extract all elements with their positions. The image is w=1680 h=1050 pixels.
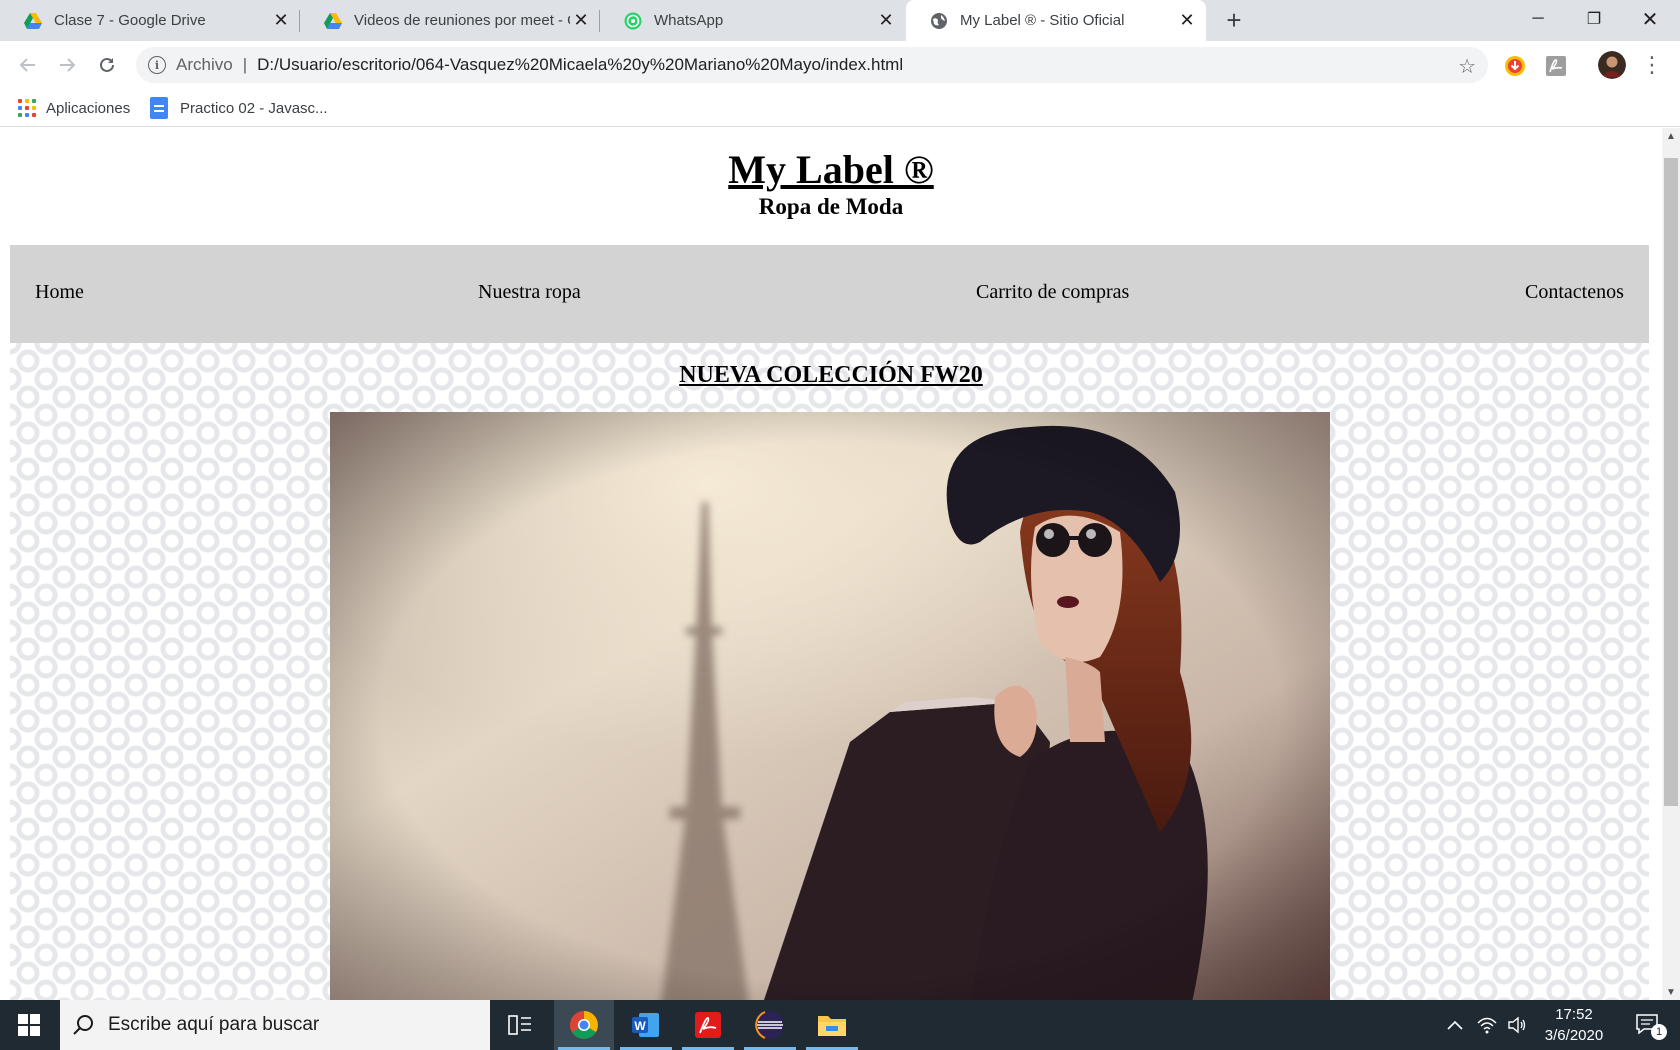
back-arrow-icon [19,58,35,72]
clock-date: 3/6/2020 [1544,1027,1604,1044]
bookmark-star-icon[interactable]: ☆ [1458,54,1476,79]
taskbar-clock[interactable]: 17:52 3/6/2020 [1534,1004,1614,1046]
section-heading: NUEVA COLECCIÓN FW20 [679,362,983,388]
close-tab-icon[interactable]: ✕ [270,10,292,32]
task-view-icon [508,1015,531,1035]
close-window-icon[interactable]: ✕ [1622,0,1678,38]
taskbar-acrobat[interactable] [678,1000,738,1050]
google-drive-icon [324,12,342,29]
tab-meet-videos[interactable]: Videos de reuniones por meet - G ✕ [300,0,600,41]
scheme-divider: | [242,55,248,74]
page-viewport: My Label ® Ropa de Moda Home Nuestra rop… [0,128,1662,1000]
chrome-icon [570,1011,598,1039]
taskbar-search[interactable]: Escribe aquí para buscar [60,1000,490,1050]
bookmark-apps[interactable]: Aplicaciones [18,95,130,121]
acrobat-icon [695,1012,721,1038]
reload-button[interactable] [93,51,121,79]
main-nav: Home Nuestra ropa Carrito de compras Con… [10,245,1649,343]
google-docs-icon [150,97,168,119]
browser-toolbar: i Archivo | D:/Usuario/escritorio/064-Va… [0,41,1680,89]
svg-text:W: W [634,1019,646,1033]
url-text[interactable]: D:/Usuario/escritorio/064-Vasquez%20Mica… [257,55,903,75]
globe-icon [931,12,947,29]
tab-title: Videos de reuniones por meet - G [354,12,570,29]
new-tab-button[interactable]: + [1220,5,1248,35]
avatar[interactable] [1598,51,1626,79]
bookmark-label: Practico 02 - Javasc... [180,99,328,117]
address-bar[interactable]: i Archivo | D:/Usuario/escritorio/064-Va… [136,47,1488,83]
bookmark-label: Aplicaciones [46,99,131,117]
hero-image [330,412,1330,1000]
minimize-icon[interactable]: ─ [1510,0,1566,38]
eclipse-icon [755,1011,784,1039]
nav-carrito-de-compras[interactable]: Carrito de compras [976,281,1129,304]
clock-time: 17:52 [1555,1006,1593,1023]
nav-home[interactable]: Home [35,281,84,304]
taskbar-word[interactable]: W [616,1000,676,1050]
page-scrollbar[interactable]: ▲ ▼ [1662,128,1680,1000]
task-view-button[interactable] [490,1000,550,1050]
tab-my-label[interactable]: My Label ® - Sitio Oficial ✕ [906,0,1206,41]
volume-control[interactable] [1502,1000,1532,1050]
forward-arrow-icon [60,58,76,72]
tab-whatsapp[interactable]: WhatsApp ✕ [600,0,905,41]
bookmarks-bar: Aplicaciones Practico 02 - Javasc... [0,89,1680,127]
file-explorer-icon [818,1016,846,1036]
tab-strip: Clase 7 - Google Drive ✕ Videos de reuni… [0,0,1680,41]
speaker-icon [1508,1016,1526,1034]
action-center-button[interactable]: 1 [1626,1000,1670,1050]
bookmark-practico-02[interactable]: Practico 02 - Javasc... [150,95,328,121]
tab-title: WhatsApp [654,12,724,29]
download-extension-icon[interactable] [1504,55,1526,77]
search-placeholder: Escribe aquí para buscar [108,1014,320,1035]
search-icon [73,1015,93,1035]
show-hidden-icons[interactable] [1440,1000,1470,1050]
close-tab-icon[interactable]: ✕ [875,10,897,32]
nav-contactenos[interactable]: Contactenos [1525,281,1624,304]
reload-icon [100,57,114,72]
start-button[interactable] [0,1000,58,1050]
whatsapp-icon [624,12,642,29]
scroll-down-icon[interactable]: ▼ [1662,984,1680,1000]
browser-menu-icon[interactable]: ⋮ [1638,51,1666,79]
pdf-extension-icon[interactable] [1545,55,1567,77]
back-button[interactable] [14,51,42,79]
close-tab-icon[interactable]: ✕ [570,10,592,32]
site-subtitle: Ropa de Moda [758,194,904,219]
scroll-up-icon[interactable]: ▲ [1662,128,1680,144]
taskbar-chrome[interactable] [554,1000,614,1050]
scheme-label: Archivo [176,55,233,74]
site-info-icon[interactable]: i [148,56,166,74]
forward-button[interactable] [53,51,81,79]
apps-grid-icon [18,99,36,117]
restore-icon[interactable]: ❐ [1566,0,1622,38]
taskbar-file-explorer[interactable] [802,1000,862,1050]
chevron-up-icon [1447,1020,1463,1030]
tab-google-drive[interactable]: Clase 7 - Google Drive ✕ [0,0,300,41]
taskbar-eclipse[interactable] [740,1000,800,1050]
scrollbar-thumb[interactable] [1664,158,1678,806]
site-title: My Label ® [728,147,934,192]
windows-taskbar: Escribe aquí para buscar W 17:52 3/6/202… [0,1000,1680,1050]
nav-nuestra-ropa[interactable]: Nuestra ropa [478,281,581,304]
word-icon: W [632,1013,659,1037]
tab-title: Clase 7 - Google Drive [54,12,206,29]
tab-title: My Label ® - Sitio Oficial [960,12,1125,29]
close-tab-icon[interactable]: ✕ [1176,10,1198,32]
notification-count: 1 [1651,1024,1667,1040]
windows-logo-icon [18,1014,40,1036]
network-status[interactable] [1472,1000,1502,1050]
google-drive-icon [24,12,42,29]
wifi-icon [1477,1017,1497,1034]
